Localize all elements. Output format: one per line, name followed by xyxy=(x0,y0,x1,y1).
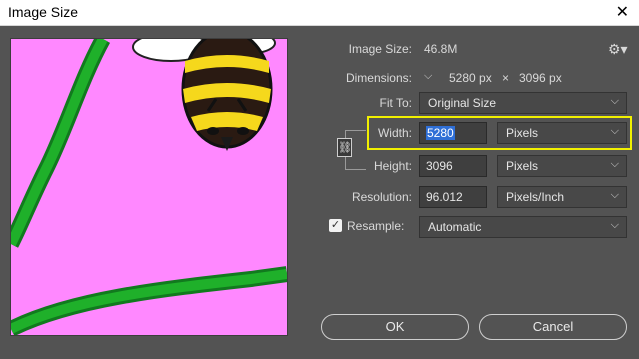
dimensions-width-value: 5280 px xyxy=(449,71,492,85)
gear-icon[interactable]: ⚙▾ xyxy=(608,41,628,58)
dimensions-height-value: 3096 px xyxy=(519,71,562,85)
dimensions-separator: × xyxy=(502,71,510,85)
title-bar: Image Size ✕ xyxy=(0,0,639,26)
chevron-down-icon: ⌵ xyxy=(610,219,619,231)
width-unit-select[interactable]: Pixels ⌵ xyxy=(497,122,627,144)
dimensions-label: Dimensions: xyxy=(345,71,412,85)
fit-to-label: Fit To: xyxy=(379,96,412,110)
chevron-down-icon: ⌵ xyxy=(610,95,619,107)
checkmark-icon: ✓ xyxy=(330,219,341,231)
chevron-down-icon[interactable]: ⌵ xyxy=(424,70,437,83)
width-input[interactable]: 5280 xyxy=(419,122,487,144)
preview-image xyxy=(11,39,287,335)
image-size-value: 46.8M xyxy=(424,42,458,56)
fit-to-value: Original Size xyxy=(428,96,497,110)
window-title: Image Size xyxy=(8,4,79,20)
resolution-unit-select[interactable]: Pixels/Inch ⌵ xyxy=(497,186,627,208)
resample-value: Automatic xyxy=(428,220,482,234)
resolution-input[interactable]: 96.012 xyxy=(419,186,487,208)
image-size-dialog: Image Size: 46.8M ⚙▾ Dimensions: ⌵ 5280 … xyxy=(0,26,639,359)
width-unit-value: Pixels xyxy=(506,126,539,140)
resample-select[interactable]: Automatic ⌵ xyxy=(419,216,627,238)
resample-checkbox[interactable]: ✓ xyxy=(329,219,342,232)
height-value: 3096 xyxy=(426,159,453,173)
resample-label: Resample: xyxy=(347,219,405,233)
width-value: 5280 xyxy=(426,126,455,140)
height-unit-select[interactable]: Pixels ⌵ xyxy=(497,155,627,177)
fit-to-select[interactable]: Original Size ⌵ xyxy=(419,92,627,114)
chevron-down-icon: ⌵ xyxy=(610,189,619,201)
cancel-button[interactable]: Cancel xyxy=(479,314,627,340)
height-unit-value: Pixels xyxy=(506,159,539,173)
image-preview[interactable] xyxy=(10,38,288,336)
chevron-down-icon: ⌵ xyxy=(610,158,619,170)
resolution-value: 96.012 xyxy=(426,190,463,204)
close-icon[interactable]: ✕ xyxy=(616,2,629,22)
height-input[interactable]: 3096 xyxy=(419,155,487,177)
height-label: Height: xyxy=(373,159,412,173)
width-label: Width: xyxy=(377,126,412,140)
ok-button[interactable]: OK xyxy=(321,314,469,340)
chevron-down-icon: ⌵ xyxy=(610,125,619,137)
chain-link-icon[interactable]: ⛓ xyxy=(337,138,352,157)
image-size-label: Image Size: xyxy=(348,42,412,56)
resolution-label: Resolution: xyxy=(351,190,412,204)
resolution-unit-value: Pixels/Inch xyxy=(506,190,565,204)
